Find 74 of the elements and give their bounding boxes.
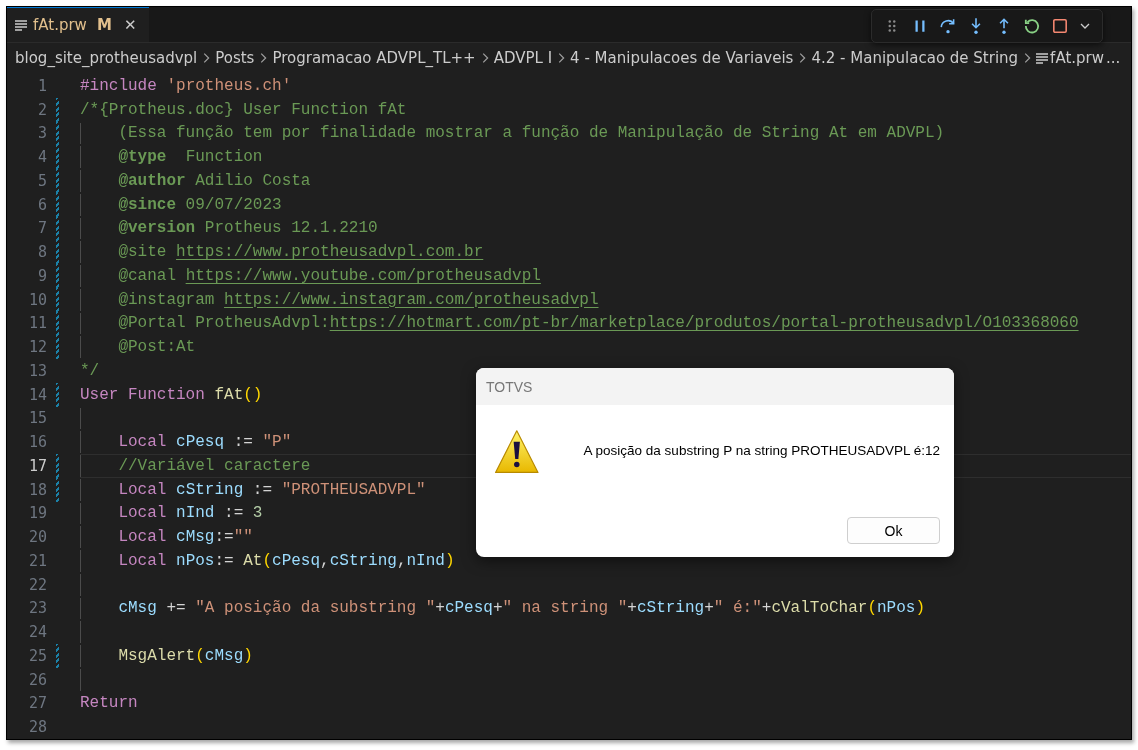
code-line: Local nInd := 3 — [118, 504, 263, 523]
code-line: User Function fAt() — [80, 385, 263, 404]
line-number: 4 — [36, 148, 47, 167]
close-button[interactable]: ✕ — [121, 16, 139, 34]
line-number: 23 — [27, 599, 47, 618]
step-over-icon — [939, 17, 957, 35]
line-number: 21 — [27, 551, 47, 570]
dialog-title: TOTVS — [486, 378, 533, 395]
modified-label: M — [96, 16, 112, 34]
line-number: 16 — [27, 433, 47, 452]
breadcrumb-item[interactable]: Programacao ADVPL_TL++ — [272, 49, 476, 67]
code-line: @Post:At — [118, 338, 196, 357]
code-line: cMsg += "A posição da substring "+cPesq+" na string "+cString+" é:"+cValToChar(nPos) — [118, 599, 926, 618]
line-number: 19 — [27, 504, 47, 523]
code-line: Local cMsg:="" — [118, 528, 253, 547]
line-number: 5 — [36, 171, 47, 190]
line-number: 11 — [27, 314, 47, 333]
line-number: 26 — [27, 670, 47, 689]
editor-tab[interactable]: fAt.prw M ✕ — [7, 7, 149, 42]
code-link[interactable]: https://www.youtube.com/protheusadvpl — [185, 266, 541, 285]
breadcrumb-item[interactable]: 4 - Manipulacoes de Variaveis — [570, 49, 794, 67]
breadcrumb-item[interactable]: ... — [1106, 49, 1121, 67]
breadcrumb-item[interactable]: Posts — [215, 49, 255, 67]
ok-button[interactable]: Ok — [847, 517, 940, 544]
line-number: 15 — [27, 409, 47, 428]
code-line: Return — [80, 694, 138, 713]
code-line: @canal https://www.youtube.com/protheusadvpl — [118, 266, 541, 285]
code-line: @author Adilio Costa — [118, 171, 311, 190]
line-number: 25 — [27, 646, 47, 665]
code-line: @instagram https://www.instagram.com/protheusadvpl — [118, 290, 599, 309]
line-number: 14 — [27, 385, 47, 404]
code-line: @site https://www.protheusadvpl.com.br — [118, 243, 484, 262]
line-number: 20 — [27, 528, 47, 547]
line-number: 10 — [27, 290, 47, 309]
code-line: (Essa função tem por finalidade mostrar a função de Manipulação de String At em ADVPL) — [118, 124, 945, 143]
breadcrumb-item[interactable]: blog_site_protheusadvpl — [15, 49, 198, 67]
line-number: 1 — [36, 76, 47, 95]
code-line: /*{Protheus.doc} User Function fAt — [80, 100, 407, 119]
breadcrumb-item[interactable]: ADVPL I — [493, 49, 553, 67]
line-number: 17 — [27, 456, 47, 475]
restart-icon — [1023, 17, 1041, 35]
line-number: 28 — [27, 718, 47, 737]
code-line: Local cString := "PROTHEUSADVPL" — [118, 480, 426, 499]
breadcrumb-item[interactable]: fAt.prw — [1050, 49, 1104, 67]
line-number: 3 — [36, 124, 47, 143]
line-number: 13 — [27, 361, 47, 380]
code-line: @Portal ProtheusAdvpl:https://hotmart.com/pt-br/marketplace/produtos/portal-protheusadvpl/O103368060 — [118, 314, 1079, 333]
file-lines-icon — [15, 19, 27, 31]
code-link[interactable]: https://hotmart.com/pt-br/marketplace/produtos/portal-protheusadvpl/O103368060 — [329, 314, 1079, 333]
line-number: 18 — [27, 480, 47, 499]
dialog-message: A posição da substring P na string PROTHEUSADVPL é:12 — [583, 443, 940, 458]
line-number: 27 — [27, 694, 47, 713]
line-number: 6 — [36, 195, 47, 214]
stop-icon — [1051, 17, 1069, 35]
code-link[interactable]: https://www.instagram.com/protheusadvpl — [224, 290, 599, 309]
file-lines-icon — [1036, 52, 1049, 64]
line-number: 24 — [27, 623, 47, 642]
line-number: 12 — [27, 338, 47, 357]
code-line: Local nPos:= At(cPesq,cString,nInd) — [118, 551, 455, 570]
code-line: @version Protheus 12.1.2210 — [118, 219, 378, 238]
line-number: 2 — [36, 100, 47, 119]
code-line: Local cPesq := "P" — [118, 433, 292, 452]
line-number: 8 — [36, 243, 47, 262]
line-number: 7 — [36, 219, 47, 238]
breadcrumb-item[interactable]: 4.2 - Manipulacao de String — [811, 49, 1019, 67]
code-line: */ — [80, 361, 100, 380]
line-number: 9 — [36, 266, 47, 285]
code-line: @type Function — [118, 148, 263, 167]
line-number: 22 — [27, 575, 47, 594]
code-link[interactable]: https://www.protheusadvpl.com.br — [176, 243, 484, 262]
code-line: //Variável caractere — [118, 456, 311, 475]
code-line: @since 09/07/2023 — [118, 195, 282, 214]
code-line: MsgAlert(cMsg) — [118, 646, 253, 665]
code-line: #include 'protheus.ch' — [80, 76, 292, 95]
